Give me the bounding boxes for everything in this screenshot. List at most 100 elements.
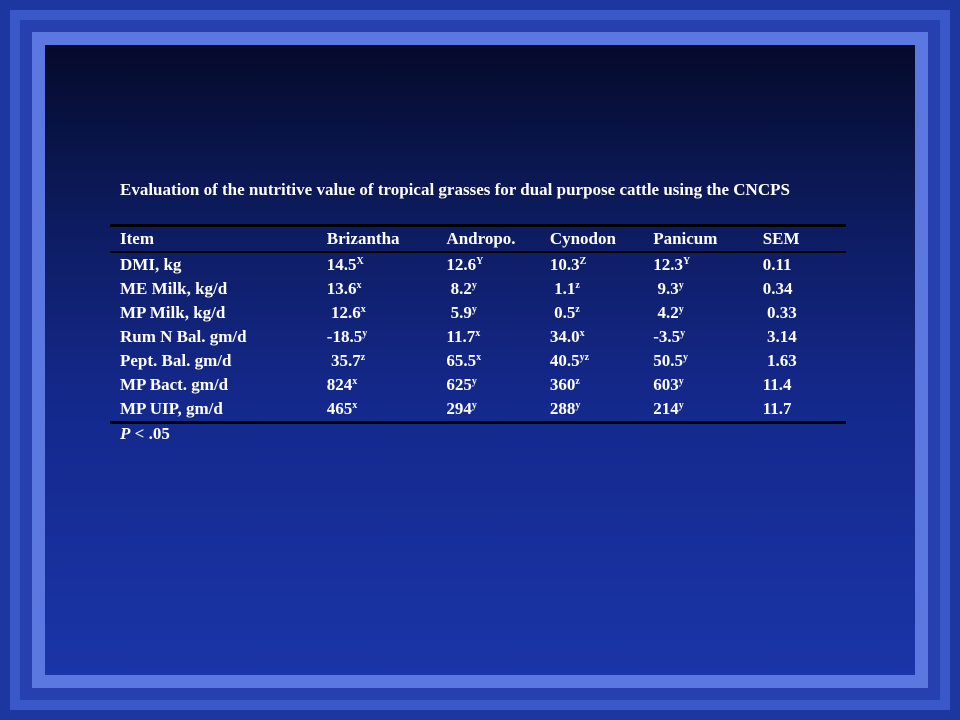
cell-panicum: 603y bbox=[643, 373, 752, 397]
cell-panicum: -3.5y bbox=[643, 325, 752, 349]
cell-cynodon: 40.5yz bbox=[540, 349, 643, 373]
significance-letter: Y bbox=[476, 256, 484, 267]
significance-note: P < .05 bbox=[120, 424, 170, 444]
significance-letter: Y bbox=[682, 256, 691, 267]
cell-value: 214 bbox=[653, 399, 679, 418]
row-item-label: Pept. Bal. gm/d bbox=[120, 351, 232, 370]
cell-brizantha: 13.6x bbox=[317, 277, 437, 301]
cell-brizantha: 35.7z bbox=[317, 349, 437, 373]
table-row: Rum N Bal. gm/d -18.5y 11.7x 34.0x -3.5y 3.1… bbox=[110, 325, 846, 349]
cell-value: 4.2 bbox=[653, 303, 679, 322]
cell-cynodon: 0.5z bbox=[540, 301, 643, 325]
cell-brizantha: -18.5y bbox=[317, 325, 437, 349]
cell-value: 12.6 bbox=[326, 303, 361, 322]
cell-panicum: 12.3Y bbox=[643, 252, 752, 277]
significance-letter: Z bbox=[579, 256, 587, 267]
significance-letter: y bbox=[678, 376, 684, 387]
cell-value: 12.6 bbox=[446, 255, 477, 274]
cell-value: 1.1 bbox=[549, 279, 576, 298]
significance-letter: y bbox=[471, 280, 477, 291]
nutritive-value-table: Item Brizantha Andropo. Cynodon Panicum … bbox=[110, 224, 846, 424]
significance-letter: z bbox=[575, 376, 580, 387]
cell-panicum: 214y bbox=[643, 397, 752, 423]
cell-panicum: 4.2y bbox=[643, 301, 752, 325]
header-brizantha: Brizantha bbox=[326, 229, 400, 248]
cell-value: 35.7 bbox=[326, 351, 361, 370]
significance-letter: x bbox=[360, 304, 366, 315]
cell-brizantha: 12.6x bbox=[317, 301, 437, 325]
note-threshold: < .05 bbox=[130, 424, 170, 443]
cell-value: 13.6 bbox=[326, 279, 357, 298]
table-body: DMI, kg 14.5X 12.6Y 10.3Z 12.3Y 0.11 ME Milk, … bbox=[110, 252, 846, 423]
cell-value: 10.3 bbox=[549, 255, 580, 274]
significance-letter: y bbox=[575, 400, 581, 411]
cell-brizantha: 14.5X bbox=[317, 252, 437, 277]
significance-letter: X bbox=[356, 256, 364, 267]
cell-andropo: 11.7x bbox=[436, 325, 539, 349]
header-item: Item bbox=[120, 229, 154, 248]
significance-letter: z bbox=[575, 304, 580, 315]
cell-value: 65.5 bbox=[446, 351, 477, 370]
cell-andropo: 8.2y bbox=[436, 277, 539, 301]
table-row: ME Milk, kg/d 13.6x 8.2y 1.1z 9.3y 0.34 bbox=[110, 277, 846, 301]
table-row: DMI, kg 14.5X 12.6Y 10.3Z 12.3Y 0.11 bbox=[110, 252, 846, 277]
significance-letter: y bbox=[680, 328, 686, 339]
significance-letter: y bbox=[471, 376, 477, 387]
cell-value: 12.3 bbox=[653, 255, 683, 274]
row-item-label: Rum N Bal. gm/d bbox=[120, 327, 247, 346]
significance-letter: x bbox=[352, 400, 358, 411]
cell-andropo: 294y bbox=[436, 397, 539, 423]
cell-value: 11.7 bbox=[446, 327, 476, 346]
significance-letter: y bbox=[362, 328, 368, 339]
significance-letter: y bbox=[678, 280, 684, 291]
significance-letter: y bbox=[682, 352, 688, 363]
cell-andropo: 625y bbox=[436, 373, 539, 397]
cell-andropo: 12.6Y bbox=[436, 252, 539, 277]
significance-letter: z bbox=[575, 280, 580, 291]
cell-sem: 11.7 bbox=[762, 399, 792, 418]
cell-value: 625 bbox=[446, 375, 472, 394]
cell-value: 824 bbox=[326, 375, 353, 394]
cell-cynodon: 288y bbox=[540, 397, 643, 423]
significance-letter: x bbox=[476, 352, 482, 363]
significance-letter: x bbox=[356, 280, 362, 291]
cell-value: 465 bbox=[326, 399, 353, 418]
significance-letter: y bbox=[678, 400, 684, 411]
row-item-label: MP Milk, kg/d bbox=[120, 303, 226, 322]
header-sem: SEM bbox=[762, 229, 800, 248]
cell-value: 294 bbox=[446, 399, 472, 418]
cell-sem: 1.63 bbox=[762, 351, 797, 370]
header-panicum: Panicum bbox=[653, 229, 718, 248]
cell-panicum: 9.3y bbox=[643, 277, 752, 301]
cell-sem: 0.34 bbox=[762, 279, 793, 298]
header-andropo: Andropo. bbox=[446, 229, 516, 248]
cell-value: 360 bbox=[549, 375, 576, 394]
cell-cynodon: 360z bbox=[540, 373, 643, 397]
cell-sem: 11.4 bbox=[762, 375, 792, 394]
note-p-symbol: P bbox=[120, 424, 131, 443]
cell-brizantha: 824x bbox=[317, 373, 437, 397]
row-item-label: ME Milk, kg/d bbox=[120, 279, 228, 298]
significance-letter: y bbox=[471, 304, 477, 315]
significance-letter: y bbox=[678, 304, 684, 315]
significance-letter: x bbox=[475, 328, 481, 339]
cell-andropo: 5.9y bbox=[436, 301, 539, 325]
cell-andropo: 65.5x bbox=[436, 349, 539, 373]
cell-value: 8.2 bbox=[446, 279, 472, 298]
cell-cynodon: 10.3Z bbox=[540, 252, 643, 277]
significance-letter: z bbox=[360, 352, 366, 363]
cell-value: 0.5 bbox=[549, 303, 576, 322]
cell-value: 5.9 bbox=[446, 303, 472, 322]
cell-sem: 0.33 bbox=[762, 303, 797, 322]
table-row: MP Bact. gm/d 824x 625y 360z 603y 11.4 bbox=[110, 373, 846, 397]
cell-value: 14.5 bbox=[326, 255, 357, 274]
table-header-row: Item Brizantha Andropo. Cynodon Panicum … bbox=[110, 225, 846, 252]
slide-title: Evaluation of the nutritive value of tro… bbox=[120, 180, 790, 199]
significance-letter: y bbox=[471, 400, 477, 411]
cell-brizantha: 465x bbox=[317, 397, 437, 423]
cell-value: 50.5 bbox=[653, 351, 683, 370]
table-row: MP UIP, gm/d 465x 294y 288y 214y 11.7 bbox=[110, 397, 846, 423]
table-row: Pept. Bal. gm/d 35.7z 65.5x 40.5yz 50.5y 1.… bbox=[110, 349, 846, 373]
cell-sem: 3.14 bbox=[762, 327, 797, 346]
significance-letter: yz bbox=[579, 352, 590, 363]
